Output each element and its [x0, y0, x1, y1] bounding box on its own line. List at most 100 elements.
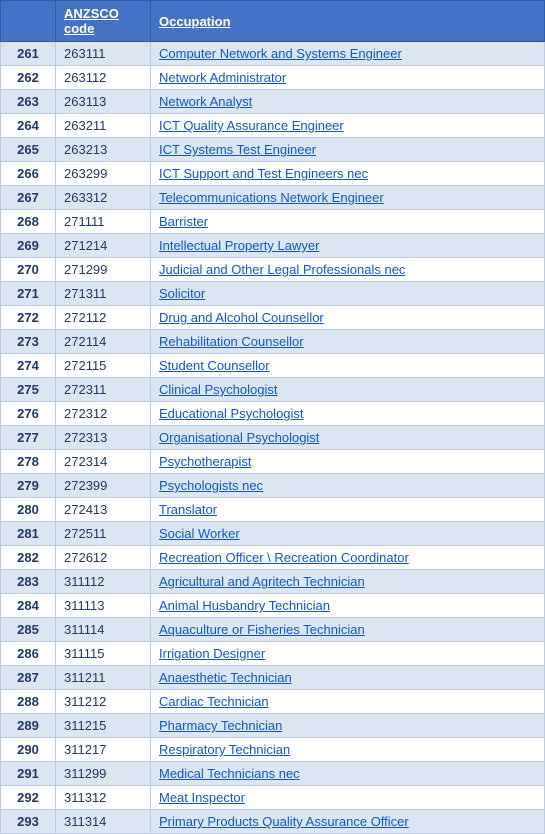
table-row: 272272112Drug and Alcohol Counsellor [1, 306, 545, 330]
occupation-link[interactable]: Psychotherapist [159, 454, 252, 469]
occupation-link[interactable]: Psychologists nec [159, 478, 263, 493]
occupation-cell[interactable]: Translator [151, 498, 545, 522]
table-row: 275272311Clinical Psychologist [1, 378, 545, 402]
occupation-cell[interactable]: Rehabilitation Counsellor [151, 330, 545, 354]
table-row: 265263213ICT Systems Test Engineer [1, 138, 545, 162]
table-row: 282272612Recreation Officer \ Recreation… [1, 546, 545, 570]
occupation-cell[interactable]: Medical Technicians nec [151, 762, 545, 786]
occupation-cell[interactable]: Organisational Psychologist [151, 426, 545, 450]
row-number: 282 [1, 546, 56, 570]
occupation-link[interactable]: Rehabilitation Counsellor [159, 334, 304, 349]
anzsco-code: 271111 [56, 210, 151, 234]
row-number: 264 [1, 114, 56, 138]
row-number: 275 [1, 378, 56, 402]
occupation-link[interactable]: Primary Products Quality Assurance Offic… [159, 814, 409, 829]
row-number: 267 [1, 186, 56, 210]
occupation-cell[interactable]: Network Administrator [151, 66, 545, 90]
occupation-link[interactable]: Drug and Alcohol Counsellor [159, 310, 324, 325]
occupation-link[interactable]: Animal Husbandry Technician [159, 598, 330, 613]
occupation-cell[interactable]: Primary Products Quality Assurance Offic… [151, 810, 545, 834]
occupation-cell[interactable]: Telecommunications Network Engineer [151, 186, 545, 210]
occupation-cell[interactable]: ICT Support and Test Engineers nec [151, 162, 545, 186]
anzsco-code: 271311 [56, 282, 151, 306]
table-row: 266263299ICT Support and Test Engineers … [1, 162, 545, 186]
anzsco-code: 311217 [56, 738, 151, 762]
occupation-link[interactable]: Translator [159, 502, 217, 517]
occupation-link[interactable]: Recreation Officer \ Recreation Coordina… [159, 550, 409, 565]
row-number: 290 [1, 738, 56, 762]
table-row: 293311314Primary Products Quality Assura… [1, 810, 545, 834]
occupation-cell[interactable]: Psychologists nec [151, 474, 545, 498]
occupation-link[interactable]: ICT Systems Test Engineer [159, 142, 316, 157]
occupation-cell[interactable]: ICT Quality Assurance Engineer [151, 114, 545, 138]
occupation-link[interactable]: Network Analyst [159, 94, 252, 109]
occupation-link[interactable]: Student Counsellor [159, 358, 270, 373]
occupation-cell[interactable]: Student Counsellor [151, 354, 545, 378]
occupation-cell[interactable]: Social Worker [151, 522, 545, 546]
header-anzsco[interactable]: ANZSCO code [56, 1, 151, 42]
occupation-cell[interactable]: Respiratory Technician [151, 738, 545, 762]
occupation-cell[interactable]: Drug and Alcohol Counsellor [151, 306, 545, 330]
occupation-link[interactable]: Judicial and Other Legal Professionals n… [159, 262, 405, 277]
table-row: 262263112Network Administrator [1, 66, 545, 90]
anzsco-code: 311113 [56, 594, 151, 618]
table-row: 269271214Intellectual Property Lawyer [1, 234, 545, 258]
occupation-link[interactable]: Cardiac Technician [159, 694, 269, 709]
anzsco-code: 263113 [56, 90, 151, 114]
anzsco-code: 311215 [56, 714, 151, 738]
occupation-cell[interactable]: Judicial and Other Legal Professionals n… [151, 258, 545, 282]
occupation-link[interactable]: Intellectual Property Lawyer [159, 238, 319, 253]
anzsco-code: 272112 [56, 306, 151, 330]
table-row: 277272313Organisational Psychologist [1, 426, 545, 450]
table-row: 271271311Solicitor [1, 282, 545, 306]
occupation-link[interactable]: Solicitor [159, 286, 205, 301]
row-number: 265 [1, 138, 56, 162]
occupation-cell[interactable]: Anaesthetic Technician [151, 666, 545, 690]
occupation-cell[interactable]: Solicitor [151, 282, 545, 306]
occupation-link[interactable]: Organisational Psychologist [159, 430, 319, 445]
occupation-cell[interactable]: Clinical Psychologist [151, 378, 545, 402]
occupation-link[interactable]: Educational Psychologist [159, 406, 304, 421]
occupation-link[interactable]: Irrigation Designer [159, 646, 265, 661]
occupation-cell[interactable]: Cardiac Technician [151, 690, 545, 714]
occupation-cell[interactable]: Meat Inspector [151, 786, 545, 810]
occupation-link[interactable]: Agricultural and Agritech Technician [159, 574, 365, 589]
row-number: 279 [1, 474, 56, 498]
occupation-cell[interactable]: Animal Husbandry Technician [151, 594, 545, 618]
occupation-link[interactable]: Medical Technicians nec [159, 766, 300, 781]
occupation-link[interactable]: Clinical Psychologist [159, 382, 278, 397]
row-number: 288 [1, 690, 56, 714]
row-number: 276 [1, 402, 56, 426]
row-number: 285 [1, 618, 56, 642]
occupation-link[interactable]: Network Administrator [159, 70, 286, 85]
occupation-link[interactable]: Computer Network and Systems Engineer [159, 46, 402, 61]
occupation-cell[interactable]: Pharmacy Technician [151, 714, 545, 738]
table-row: 279272399 Psychologists nec [1, 474, 545, 498]
occupation-link[interactable]: Barrister [159, 214, 208, 229]
occupation-link[interactable]: Pharmacy Technician [159, 718, 282, 733]
occupation-cell[interactable]: Educational Psychologist [151, 402, 545, 426]
occupation-link[interactable]: Anaesthetic Technician [159, 670, 292, 685]
occupation-link[interactable]: Telecommunications Network Engineer [159, 190, 384, 205]
occupation-cell[interactable]: Barrister [151, 210, 545, 234]
occupation-cell[interactable]: Network Analyst [151, 90, 545, 114]
row-number: 268 [1, 210, 56, 234]
row-number: 289 [1, 714, 56, 738]
occupation-link[interactable]: Respiratory Technician [159, 742, 290, 757]
anzsco-code: 271299 [56, 258, 151, 282]
occupation-link[interactable]: Meat Inspector [159, 790, 245, 805]
occupation-link[interactable]: ICT Support and Test Engineers nec [159, 166, 368, 181]
occupation-cell[interactable]: Psychotherapist [151, 450, 545, 474]
occupation-cell[interactable]: Recreation Officer \ Recreation Coordina… [151, 546, 545, 570]
occupation-cell[interactable]: Intellectual Property Lawyer [151, 234, 545, 258]
occupation-link[interactable]: ICT Quality Assurance Engineer [159, 118, 344, 133]
header-occupation[interactable]: Occupation [151, 1, 545, 42]
occupation-cell[interactable]: Computer Network and Systems Engineer [151, 42, 545, 66]
occupation-cell[interactable]: ICT Systems Test Engineer [151, 138, 545, 162]
occupation-cell[interactable]: Aquaculture or Fisheries Technician [151, 618, 545, 642]
occupation-link[interactable]: Aquaculture or Fisheries Technician [159, 622, 365, 637]
occupation-cell[interactable]: Irrigation Designer [151, 642, 545, 666]
anzsco-code: 272399 [56, 474, 151, 498]
occupation-cell[interactable]: Agricultural and Agritech Technician [151, 570, 545, 594]
occupation-link[interactable]: Social Worker [159, 526, 240, 541]
